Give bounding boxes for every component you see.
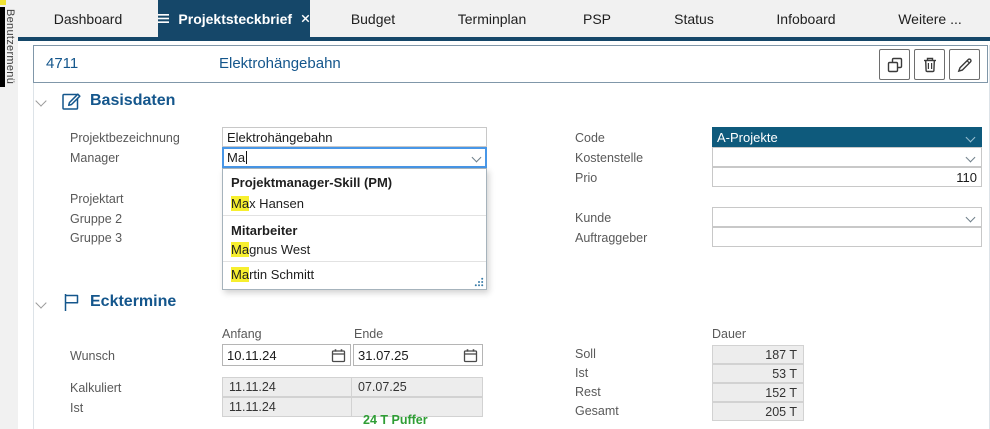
close-icon[interactable]	[301, 13, 310, 24]
wunsch-label: Wunsch	[70, 349, 115, 363]
manager-input[interactable]: Ma	[222, 147, 487, 168]
match-highlight: Ma	[231, 196, 249, 211]
tab-projektsteckbrief[interactable]: Projektsteckbrief	[158, 0, 310, 37]
rest-dauer-value: 152 T	[712, 383, 804, 402]
kunde-select[interactable]	[712, 207, 982, 227]
tab-infoboard[interactable]: Infoboard	[742, 0, 870, 37]
wunsch-ende-field	[353, 344, 483, 366]
prio-label: Prio	[575, 171, 597, 185]
tab-dashboard[interactable]: Dashboard	[18, 0, 158, 37]
rest-label: Rest	[575, 385, 601, 399]
manager-label: Manager	[70, 151, 119, 165]
dauer-ist-label: Ist	[575, 366, 588, 380]
projektbezeichnung-input[interactable]	[222, 127, 487, 147]
prio-input[interactable]	[712, 167, 982, 187]
app-window: Benutzermenü Dashboard Projektsteckbrief…	[0, 0, 990, 429]
divider	[223, 215, 486, 216]
kalkuliert-anfang-value: 11.11.24	[222, 377, 352, 397]
gruppe3-label: Gruppe 3	[70, 231, 122, 245]
gesamt-dauer-value: 205 T	[712, 402, 804, 421]
ist-label: Ist	[70, 401, 83, 415]
suggestion-group-header: Projektmanager-Skill (PM)	[231, 175, 392, 190]
tab-psp[interactable]: PSP	[548, 0, 646, 37]
wunsch-anfang-input[interactable]	[227, 348, 331, 363]
wunsch-ende-input[interactable]	[358, 348, 463, 363]
divider	[223, 261, 486, 262]
chevron-down-icon[interactable]	[472, 153, 482, 163]
edit-button[interactable]	[949, 49, 980, 80]
column-header-ende: Ende	[354, 327, 383, 341]
gruppe2-label: Gruppe 2	[70, 212, 122, 226]
soll-label: Soll	[575, 347, 596, 361]
tab-weitere[interactable]: Weitere ...	[870, 0, 990, 37]
project-number: 4711	[46, 46, 78, 82]
projektart-label: Projektart	[70, 192, 124, 206]
kalkuliert-label: Kalkuliert	[70, 381, 121, 395]
ecktermine-flag-icon	[60, 291, 82, 313]
hamburger-icon[interactable]	[158, 13, 169, 24]
calendar-icon[interactable]	[331, 348, 346, 363]
text-caret	[246, 151, 247, 164]
project-title: Elektrohängebahn	[219, 46, 341, 82]
basisdaten-title: Basisdaten	[90, 92, 175, 110]
tab-status[interactable]: Status	[646, 0, 742, 37]
suggestion-item-magnus-west[interactable]: Magnus West	[231, 242, 310, 257]
copy-icon	[886, 56, 904, 74]
column-header-anfang: Anfang	[222, 327, 262, 341]
column-header-dauer: Dauer	[712, 327, 746, 341]
match-highlight: Ma	[231, 242, 249, 257]
auftraggeber-label: Auftraggeber	[575, 231, 647, 245]
tab-bar: Dashboard Projektsteckbrief Budget Termi…	[18, 0, 990, 37]
ist-anfang-value: 11.11.24	[222, 397, 352, 417]
delete-button[interactable]	[914, 49, 945, 80]
user-menu-strip: Benutzermenü	[0, 0, 18, 429]
copy-button[interactable]	[879, 49, 910, 80]
user-menu-label[interactable]: Benutzermenü	[4, 9, 16, 84]
code-select-value: A-Projekte	[717, 130, 778, 145]
calendar-icon[interactable]	[463, 348, 478, 363]
chevron-down-icon	[966, 212, 976, 222]
tab-budget[interactable]: Budget	[310, 0, 436, 37]
manager-suggestions-dropdown: Projektmanager-Skill (PM) Max Hansen Mit…	[222, 168, 487, 290]
pencil-icon	[956, 56, 974, 74]
chevron-down-icon	[966, 152, 976, 162]
corner-indicator	[0, 0, 6, 5]
manager-input-value: Ma	[227, 150, 245, 165]
gesamt-label: Gesamt	[575, 404, 619, 418]
suggestion-item-max-hansen[interactable]: Max Hansen	[231, 196, 304, 211]
wunsch-anfang-field	[222, 344, 351, 366]
kunde-label: Kunde	[575, 211, 611, 225]
resize-grip[interactable]	[474, 277, 484, 287]
project-header: 4711 Elektrohängebahn	[33, 45, 988, 83]
soll-dauer-value: 187 T	[712, 345, 804, 364]
kalkuliert-ende-value: 07.07.25	[351, 377, 483, 397]
active-tab-underline	[18, 37, 990, 41]
suggestion-item-martin-schmitt[interactable]: Martin Schmitt	[231, 267, 314, 282]
code-select[interactable]: A-Projekte	[712, 127, 982, 147]
ecktermine-title: Ecktermine	[90, 293, 176, 311]
tab-terminplan[interactable]: Terminplan	[436, 0, 548, 37]
projektbezeichnung-label: Projektbezeichnung	[70, 131, 180, 145]
basisdaten-edit-icon	[60, 90, 82, 112]
match-highlight: Ma	[231, 267, 249, 282]
project-actions	[879, 49, 980, 80]
puffer-value: 24 T Puffer	[363, 413, 428, 427]
chevron-down-icon	[966, 132, 976, 142]
auftraggeber-input[interactable]	[712, 227, 982, 247]
trash-icon	[921, 56, 939, 74]
kostenstelle-select[interactable]	[712, 147, 982, 167]
ist-dauer-value: 53 T	[712, 364, 804, 383]
kostenstelle-label: Kostenstelle	[575, 151, 643, 165]
code-label: Code	[575, 131, 605, 145]
suggestion-group-header: Mitarbeiter	[231, 223, 297, 238]
